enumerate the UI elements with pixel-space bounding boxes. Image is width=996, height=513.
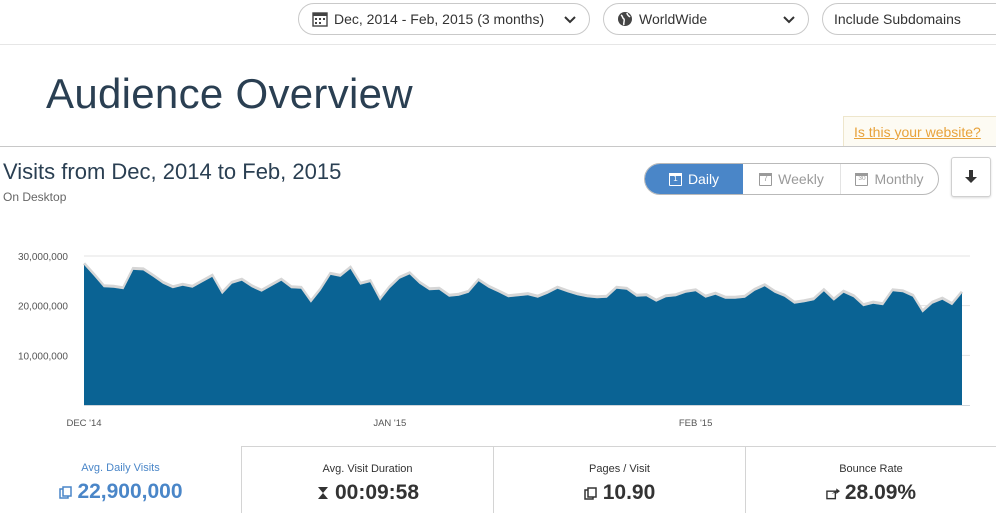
date-range-value: Dec, 2014 - Feb, 2015 (3 months)	[334, 11, 545, 27]
country-value: WorldWide	[639, 11, 708, 27]
tab-weekly[interactable]: 7 Weekly	[743, 164, 841, 194]
globe-icon	[616, 10, 634, 28]
page-title: Audience Overview	[46, 70, 413, 117]
subdomains-select[interactable]: Include Subdomains	[822, 3, 996, 35]
tab-daily-label: Daily	[687, 171, 720, 187]
subdomains-value: Include Subdomains	[834, 11, 961, 27]
claim-website-link[interactable]: Is this your website?	[854, 124, 981, 140]
calendar-month-icon: 30	[855, 172, 869, 186]
copy-icon	[58, 485, 72, 499]
x-tick-label: FEB '15	[679, 418, 713, 429]
y-axis-ticks: 30,000,000 20,000,000 10,000,000	[18, 252, 68, 362]
metric-value: 00:09:58	[334, 481, 420, 504]
metric-label: Avg. Visit Duration	[322, 463, 413, 475]
tab-monthly-label: Monthly	[874, 171, 924, 187]
download-icon	[965, 170, 977, 183]
calendar-day-icon: 1	[668, 172, 682, 186]
metric-value: 28.09%	[844, 481, 917, 504]
metric-pages-per-visit: Pages / Visit 10.90	[494, 446, 746, 513]
x-axis-ticks: DEC '14 JAN '15 FEB '15	[66, 418, 712, 429]
chevron-down-icon	[783, 16, 795, 24]
metric-avg-daily-visits: Avg. Daily Visits 22,900,000	[0, 446, 241, 513]
copy-icon	[584, 486, 598, 500]
calendar-week-icon: 7	[759, 172, 773, 186]
metric-bounce-rate: Bounce Rate 28.09%	[746, 446, 996, 513]
metrics-strip: Avg. Daily Visits 22,900,000 Avg. Visit …	[0, 446, 996, 513]
country-select[interactable]: WorldWide	[603, 3, 809, 35]
y-tick-label: 20,000,000	[18, 302, 68, 313]
tab-weekly-label: Weekly	[778, 171, 824, 187]
hourglass-icon	[316, 486, 330, 500]
x-tick-label: JAN '15	[373, 418, 406, 429]
visits-area-chart: 30,000,000 20,000,000 10,000,000 DEC '14 JA…	[18, 252, 970, 429]
download-button[interactable]	[951, 157, 991, 197]
tab-daily[interactable]: 1 Daily	[645, 164, 743, 194]
section-divider	[0, 146, 996, 147]
calendar-icon	[311, 10, 329, 28]
chart-subtitle: On Desktop	[3, 190, 67, 204]
metric-avg-visit-duration: Avg. Visit Duration 00:09:58	[241, 446, 494, 513]
granularity-toggle: 1 Daily 7 Weekly 30 Monthly	[644, 163, 939, 195]
x-tick-label: DEC '14	[66, 418, 101, 429]
metric-label: Avg. Daily Visits	[81, 462, 160, 474]
header-divider	[0, 44, 996, 45]
y-tick-label: 30,000,000	[18, 252, 68, 263]
claim-site-box: Is this your website?	[843, 116, 996, 146]
metric-value: 10.90	[602, 481, 656, 504]
filter-bar: Dec, 2014 - Feb, 2015 (3 months) WorldWi…	[0, 0, 996, 44]
share-icon	[826, 486, 840, 500]
tab-monthly[interactable]: 30 Monthly	[841, 164, 938, 194]
metric-label: Pages / Visit	[589, 463, 650, 475]
metric-value: 22,900,000	[77, 480, 183, 503]
chevron-down-icon	[564, 16, 576, 24]
area-series	[82, 262, 970, 406]
visits-area	[84, 264, 962, 405]
chart-title: Visits from Dec, 2014 to Feb, 2015	[3, 159, 342, 184]
date-range-select[interactable]: Dec, 2014 - Feb, 2015 (3 months)	[298, 3, 590, 35]
metric-label: Bounce Rate	[839, 463, 903, 475]
y-tick-label: 10,000,000	[18, 351, 68, 362]
